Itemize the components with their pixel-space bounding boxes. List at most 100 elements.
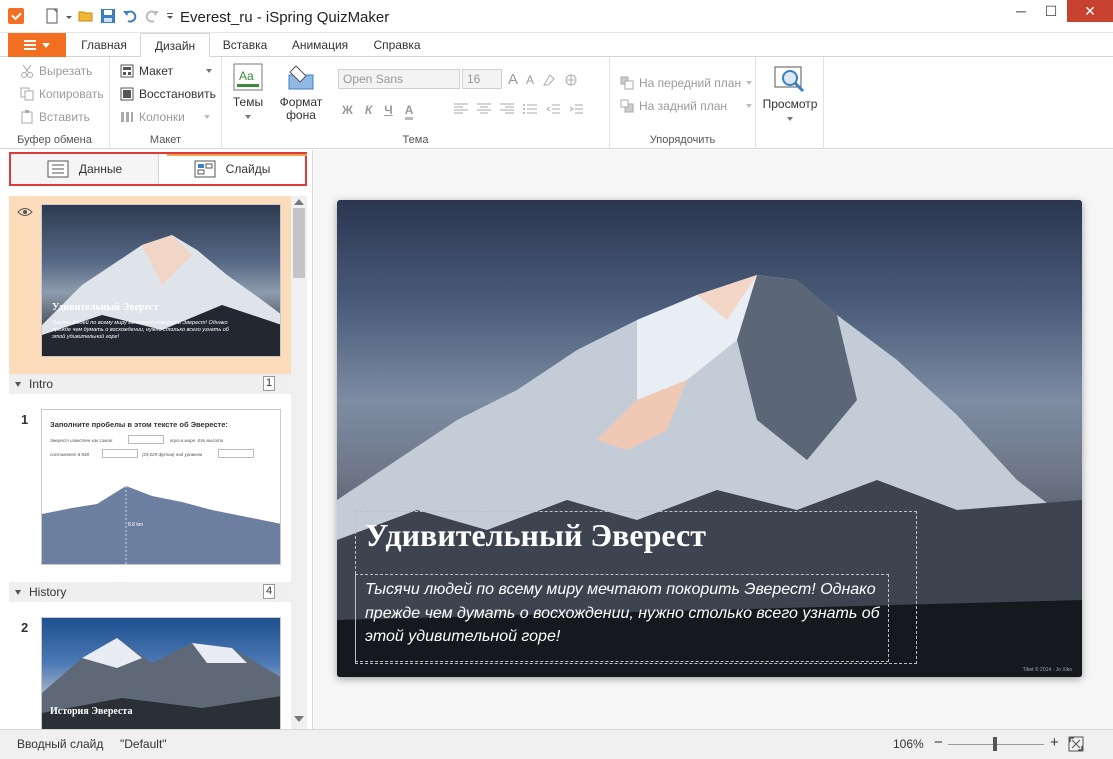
ribbon-design: Вырезать Копировать Вставить Буфер обмен… xyxy=(0,57,1113,149)
slide-title[interactable]: Удивительный Эверест xyxy=(365,517,706,554)
scroll-thumb[interactable] xyxy=(293,208,305,278)
slide-canvas: Удивительный Эверест Тысячи людей по все… xyxy=(314,150,1113,729)
bring-front-label: На передний план xyxy=(639,76,742,90)
paste-button[interactable]: Вставить xyxy=(20,110,90,124)
tab-design[interactable]: Дизайн xyxy=(140,33,210,58)
view-switcher: Данные Слайды xyxy=(9,152,307,186)
dropdown-arrow-icon[interactable] xyxy=(66,8,72,24)
bullet-list-icon[interactable] xyxy=(523,103,537,117)
tab-insert[interactable]: Вставка xyxy=(214,33,276,57)
status-slide-name: Вводный слайд xyxy=(17,737,104,751)
italic-button[interactable]: К xyxy=(365,103,372,120)
list-item[interactable]: 2 История Эвереста xyxy=(9,602,291,729)
tab-data[interactable]: Данные xyxy=(11,154,159,184)
tab-data-label: Данные xyxy=(78,162,123,176)
symbol-icon[interactable] xyxy=(564,73,578,87)
collapse-arrow-icon[interactable] xyxy=(15,381,21,387)
thumb-title: Заполните пробелы в этом тексте об Эвере… xyxy=(50,420,228,429)
layout-button[interactable]: Макет xyxy=(120,64,212,78)
scissors-icon xyxy=(20,64,34,78)
copy-icon xyxy=(20,87,34,101)
shrink-font-icon[interactable]: A xyxy=(526,73,534,87)
format-background-button[interactable]: Формат фона xyxy=(278,63,324,122)
list-item[interactable]: Удивительный Эверест Тысячи людей по все… xyxy=(9,196,291,374)
columns-button[interactable]: Колонки xyxy=(120,110,210,124)
slides-list: Удивительный Эверест Тысячи людей по все… xyxy=(9,196,291,729)
font-color-button[interactable]: А xyxy=(404,103,414,120)
zoom-in-button[interactable]: + xyxy=(1050,734,1059,751)
reset-icon xyxy=(120,87,134,101)
scroll-up-icon[interactable] xyxy=(294,199,304,205)
slide-number: 1 xyxy=(21,412,29,427)
fit-to-window-icon[interactable] xyxy=(1068,736,1084,755)
eye-icon[interactable] xyxy=(17,206,33,220)
open-folder-icon[interactable] xyxy=(78,8,94,24)
underline-button[interactable]: Ч xyxy=(384,103,392,120)
chevron-down-icon xyxy=(787,117,793,121)
paste-label: Вставить xyxy=(39,110,90,124)
font-name-value: Open Sans xyxy=(343,72,404,86)
new-file-icon[interactable] xyxy=(44,8,60,24)
photo-credit: Tibet © 2014 · Jo Xiko xyxy=(1022,667,1072,673)
paint-bucket-icon xyxy=(288,65,314,90)
slides-scrollbar[interactable] xyxy=(291,196,307,729)
reset-button[interactable]: Восстановить xyxy=(120,87,216,101)
redo-icon[interactable] xyxy=(144,8,160,24)
clear-format-icon[interactable] xyxy=(542,73,556,87)
left-panel: Данные Слайды Удивительный Эверест Тысяч… xyxy=(0,150,313,729)
tab-help[interactable]: Справка xyxy=(362,33,432,57)
section-count: 4 xyxy=(263,584,275,599)
list-item[interactable]: 1 Заполните пробелы в этом тексте об Эве… xyxy=(9,394,291,582)
app-logo-icon[interactable] xyxy=(8,8,24,24)
zoom-out-button[interactable]: − xyxy=(934,734,943,751)
bring-front-icon xyxy=(620,76,634,90)
tab-animation[interactable]: Анимация xyxy=(282,33,358,57)
title-bar: Everest_ru - iSpring QuizMaker ─ ☐ ✕ xyxy=(0,0,1113,33)
increase-indent-icon[interactable] xyxy=(569,103,583,117)
thumb-line2a: составляет 8 848 xyxy=(50,452,90,457)
slide-stage[interactable]: Удивительный Эверест Тысячи людей по все… xyxy=(337,200,1082,677)
chevron-down-icon xyxy=(746,81,753,85)
file-menu-button[interactable] xyxy=(8,33,66,57)
copy-button[interactable]: Копировать xyxy=(20,87,104,101)
section-header-history[interactable]: History 4 xyxy=(9,582,291,602)
undo-icon[interactable] xyxy=(122,8,138,24)
minimize-button[interactable]: ─ xyxy=(1006,0,1036,22)
align-right-icon[interactable] xyxy=(500,103,514,117)
font-name-select[interactable]: Open Sans xyxy=(338,69,460,89)
preview-button[interactable]: Просмотр xyxy=(762,65,818,124)
arrange-group-label: Упорядочить xyxy=(649,134,716,146)
bold-button[interactable]: Ж xyxy=(342,103,353,120)
tab-home[interactable]: Главная xyxy=(72,33,136,57)
collapse-arrow-icon[interactable] xyxy=(15,589,21,595)
align-left-icon[interactable] xyxy=(454,103,468,117)
align-center-icon[interactable] xyxy=(477,103,491,117)
quick-access-toolbar xyxy=(44,8,174,24)
section-count: 1 xyxy=(263,376,275,391)
thumb-text: Тысячи людей по всему миру мечтают покор… xyxy=(52,320,229,340)
themes-button[interactable]: Aa Темы xyxy=(230,63,266,122)
themes-icon: Aa xyxy=(233,63,263,91)
zoom-slider-knob[interactable] xyxy=(993,737,997,751)
customize-toolbar-icon[interactable] xyxy=(166,8,174,24)
status-theme-name: "Default" xyxy=(120,737,167,751)
cut-button[interactable]: Вырезать xyxy=(20,64,92,78)
decrease-indent-icon[interactable] xyxy=(546,103,560,117)
ribbon-tab-bar: Главная Дизайн Вставка Анимация Справка xyxy=(0,33,1113,58)
maximize-button[interactable]: ☐ xyxy=(1036,0,1066,22)
chevron-down-icon xyxy=(203,115,210,119)
close-button[interactable]: ✕ xyxy=(1067,0,1113,22)
send-back-label: На задний план xyxy=(639,99,728,113)
scroll-down-icon[interactable] xyxy=(294,716,304,722)
font-size-select[interactable]: 16 xyxy=(462,69,502,89)
columns-label: Колонки xyxy=(139,110,185,124)
slide-subtitle[interactable]: Тысячи людей по всему миру мечтают покор… xyxy=(365,578,885,649)
section-header-intro[interactable]: Intro 1 xyxy=(9,374,291,394)
themes-label: Темы xyxy=(232,95,264,109)
send-back-button[interactable]: На задний план xyxy=(620,99,753,113)
tab-slides[interactable]: Слайды xyxy=(159,154,305,184)
bring-front-button[interactable]: На передний план xyxy=(620,76,753,90)
grow-font-icon[interactable]: A xyxy=(508,71,518,88)
height-label: 8.8 km xyxy=(128,522,144,528)
save-icon[interactable] xyxy=(100,8,116,24)
